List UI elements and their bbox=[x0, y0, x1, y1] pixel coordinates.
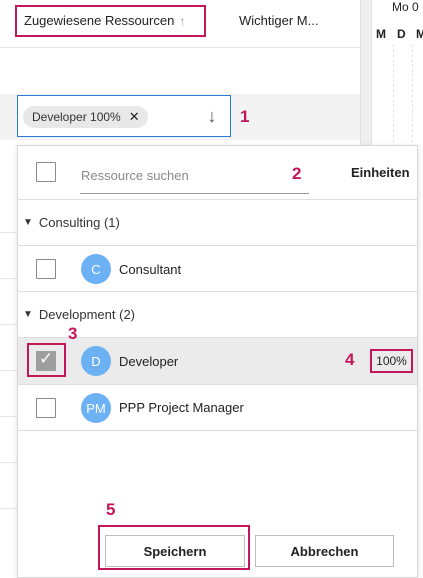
grid-row-line bbox=[0, 324, 18, 325]
arrow-down-icon[interactable]: ↓ bbox=[203, 104, 221, 128]
timeline-day-label: D bbox=[397, 27, 406, 41]
units-column-header: Einheiten bbox=[351, 165, 410, 180]
cancel-button[interactable]: Abbrechen bbox=[255, 535, 394, 567]
resource-checkbox[interactable] bbox=[36, 259, 56, 279]
timeline-date-label: Mo 0 bbox=[392, 0, 419, 14]
timeline-day-label: M bbox=[376, 27, 386, 41]
callout-number: 5 bbox=[106, 500, 116, 519]
column-header-assigned-resources[interactable]: Zugewiesene Ressourcen ↑ bbox=[24, 13, 185, 28]
group-header-development[interactable]: ▼ Development (2) bbox=[23, 307, 135, 322]
panel-divider bbox=[18, 199, 417, 200]
avatar: PM bbox=[81, 393, 111, 423]
resource-name: Consultant bbox=[119, 262, 182, 277]
caret-down-icon: ▼ bbox=[23, 217, 33, 228]
grid-row-line bbox=[0, 278, 18, 279]
resource-checkbox[interactable] bbox=[36, 398, 56, 418]
resource-name: Developer bbox=[119, 354, 179, 369]
callout-number: 3 bbox=[68, 324, 78, 343]
sort-ascending-icon: ↑ bbox=[179, 14, 186, 28]
column-header-label: Zugewiesene Ressourcen bbox=[24, 13, 175, 28]
group-label: Consulting (1) bbox=[38, 215, 120, 230]
group-header-consulting[interactable]: ▼ Consulting (1) bbox=[23, 215, 120, 230]
avatar: C bbox=[81, 254, 111, 284]
chip-remove-icon[interactable]: ✕ bbox=[129, 109, 140, 125]
caret-down-icon: ▼ bbox=[23, 309, 33, 320]
column-header-important-milestone[interactable]: Wichtiger M... bbox=[239, 13, 318, 28]
grid-row-line bbox=[0, 416, 18, 417]
group-label: Development (2) bbox=[38, 307, 136, 322]
grid-row-line bbox=[0, 508, 18, 509]
units-value[interactable]: 100% bbox=[370, 349, 413, 373]
callout-box-checkbox bbox=[27, 343, 66, 377]
grid-row-line bbox=[0, 232, 18, 233]
resource-chip-label: Developer 100% bbox=[32, 110, 121, 124]
panel-divider bbox=[18, 291, 417, 292]
callout-number: 1 bbox=[240, 107, 250, 126]
select-all-checkbox[interactable] bbox=[36, 162, 56, 182]
grid-row-line bbox=[0, 462, 18, 463]
save-button[interactable]: Speichern bbox=[105, 535, 245, 567]
resource-search-input[interactable] bbox=[80, 158, 309, 194]
timeline-day-label: M bbox=[416, 27, 423, 41]
grid-row-line bbox=[0, 370, 18, 371]
avatar: D bbox=[81, 346, 111, 376]
resource-chip[interactable]: Developer 100% ✕ bbox=[23, 106, 148, 128]
resource-name: PPP Project Manager bbox=[119, 400, 244, 415]
callout-number: 4 bbox=[345, 350, 355, 369]
resource-row-consultant[interactable]: C Consultant bbox=[18, 246, 417, 292]
panel-divider bbox=[18, 430, 417, 431]
callout-number: 2 bbox=[292, 164, 302, 183]
resource-row-developer[interactable]: ✓ D Developer bbox=[18, 338, 417, 384]
resource-row-project-manager[interactable]: PM PPP Project Manager bbox=[18, 385, 417, 431]
